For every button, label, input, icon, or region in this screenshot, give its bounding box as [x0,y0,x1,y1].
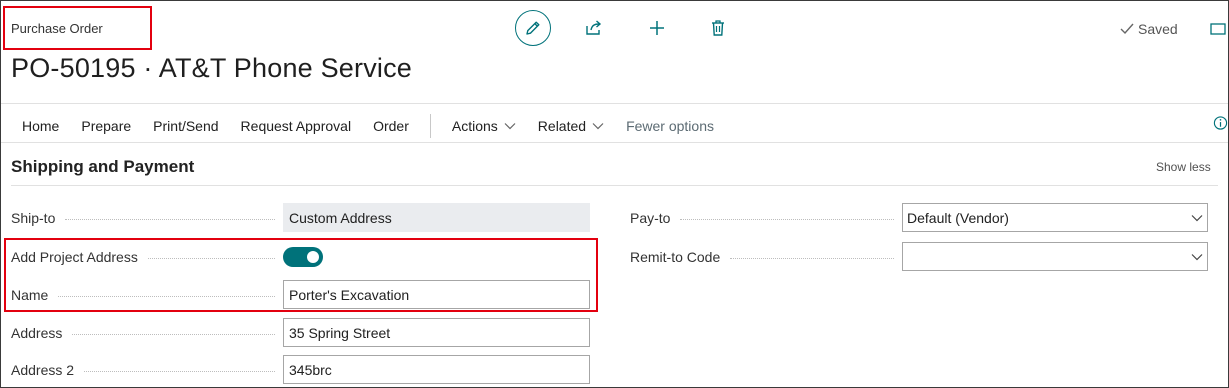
menu-home[interactable]: Home [11,118,70,134]
ship-to-label: Ship-to [11,209,56,226]
add-project-address-cell [283,242,590,271]
chevron-down-icon [504,123,516,130]
remit-to-code-label: Remit-to Code [630,248,721,265]
show-less-link[interactable]: Show less [1156,160,1211,174]
add-project-address-label: Add Project Address [11,248,138,265]
breadcrumb[interactable]: Purchase Order [11,21,103,36]
plus-icon [650,21,664,35]
address-row: Address 35 Spring Street [11,318,590,347]
menu-print-send[interactable]: Print/Send [142,118,229,134]
address-2-row: Address 2 345brc [11,355,590,384]
pencil-icon [526,21,540,35]
add-project-address-row: Add Project Address [11,242,590,271]
pay-to-value: Default (Vendor) [907,209,1009,226]
address-2-field[interactable]: 345brc [283,355,590,384]
name-label: Name [11,286,49,303]
label-leader [72,334,275,335]
delete-button[interactable] [707,17,729,39]
pay-to-select[interactable]: Default (Vendor) [902,203,1208,232]
new-button[interactable] [646,17,668,39]
remit-to-code-row: Remit-to Code [630,242,1208,271]
label-leader [84,371,275,372]
menu-request-approval[interactable]: Request Approval [230,118,363,134]
edit-button[interactable] [515,10,551,46]
address-label: Address [11,324,63,341]
section-divider [11,185,1218,186]
section-title[interactable]: Shipping and Payment [11,157,194,177]
save-status: Saved [1120,21,1178,37]
menu-actions-label: Actions [451,118,498,134]
chevron-down-icon [1191,253,1203,260]
menu-separator [429,114,431,138]
label-leader [147,258,275,259]
pay-to-row: Pay-to Default (Vendor) [630,203,1208,232]
menu-fewer-options[interactable]: Fewer options [615,118,725,134]
remit-to-code-select[interactable] [902,242,1208,271]
info-icon [1213,116,1228,130]
trash-icon [712,20,724,36]
name-field[interactable]: Porter's Excavation [283,280,590,309]
chevron-down-icon [1191,214,1203,221]
pay-to-label: Pay-to [630,209,671,226]
label-leader [730,258,894,259]
menu-prepare[interactable]: Prepare [70,118,142,134]
toggle-knob [307,250,319,263]
label-leader [680,219,894,220]
page-title: PO-50195 · AT&T Phone Service [11,53,413,83]
menu-divider [1,142,1228,143]
chevron-down-icon [592,123,604,130]
menu-related-label: Related [537,118,587,134]
label-leader [58,296,275,297]
name-row: Name Porter's Excavation [11,280,590,309]
ship-to-field[interactable]: Custom Address [283,203,590,232]
add-project-address-toggle[interactable] [283,246,323,267]
menu-related[interactable]: Related [527,118,615,134]
open-window-icon [1210,23,1226,35]
address-field[interactable]: 35 Spring Street [283,318,590,347]
action-menu: Home Prepare Print/Send Request Approval… [11,114,725,138]
header-divider [1,103,1228,104]
address-2-label: Address 2 [11,361,75,378]
menu-order[interactable]: Order [362,118,420,134]
label-leader [65,219,275,220]
share-button[interactable] [583,17,605,39]
ship-to-row: Ship-to Custom Address [11,203,590,232]
save-status-label: Saved [1138,21,1178,37]
menu-actions[interactable]: Actions [441,118,527,134]
open-new-window-button[interactable] [1210,20,1228,38]
share-icon [586,20,602,35]
checkmark-icon [1120,23,1134,35]
info-button[interactable] [1213,114,1228,132]
